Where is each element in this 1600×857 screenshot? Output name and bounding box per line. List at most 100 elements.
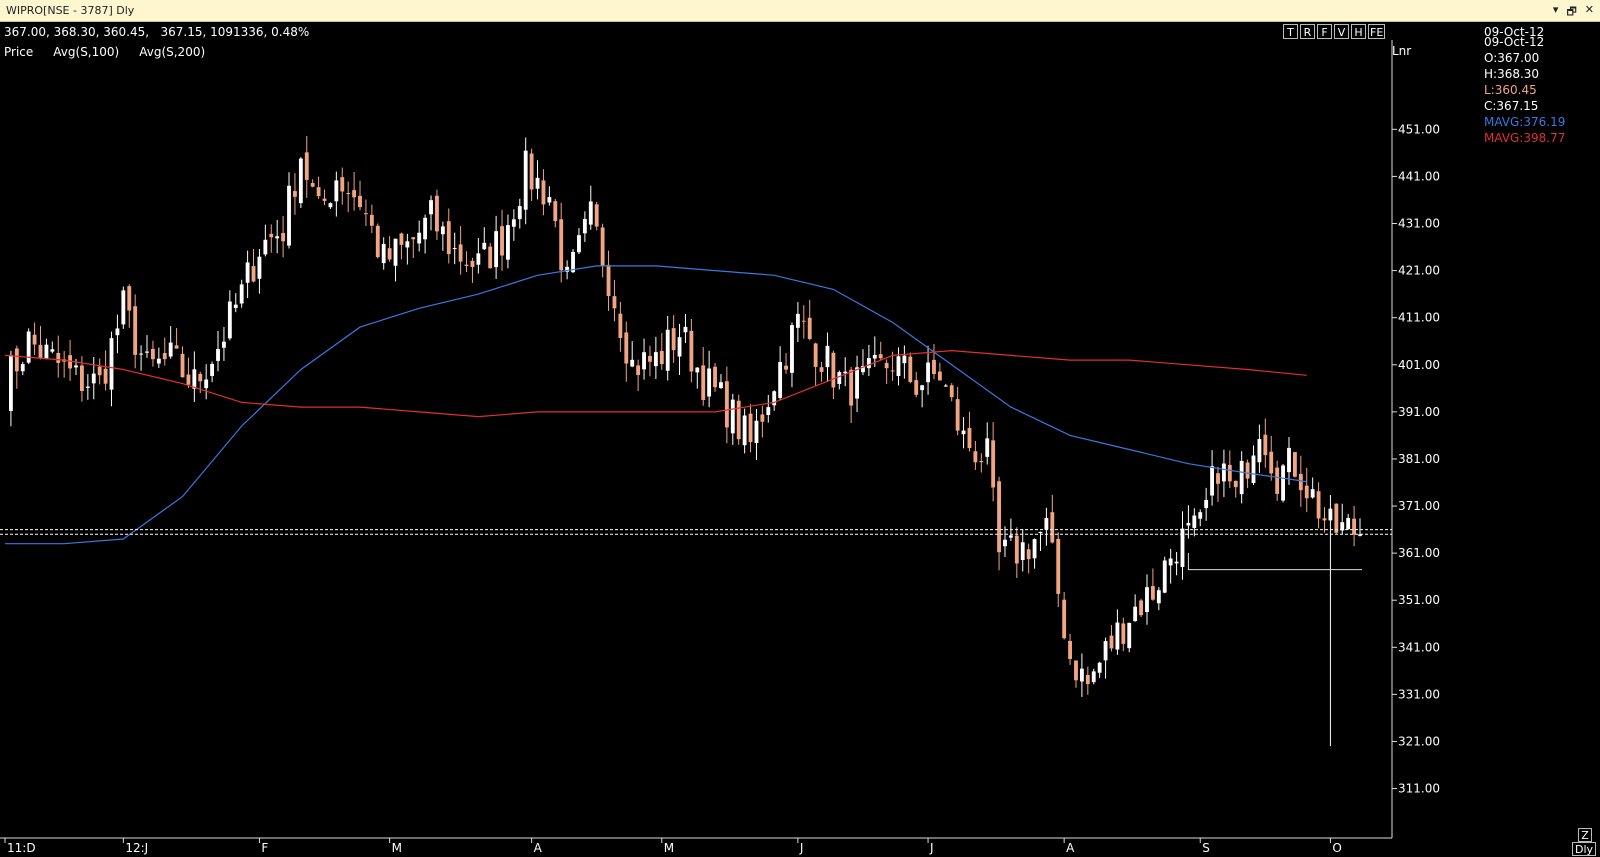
candle-body <box>1156 590 1161 604</box>
candle-body <box>245 262 250 283</box>
candle-body <box>1050 512 1055 543</box>
candle-body <box>872 354 877 359</box>
candle-body <box>819 367 824 372</box>
readout-date-2: 09-Oct-12 <box>1484 35 1545 49</box>
candle-body <box>115 328 120 336</box>
candle-body <box>724 381 729 428</box>
x-tick-label: 12:J <box>125 841 148 855</box>
candle-body <box>452 248 457 250</box>
candle-body <box>920 385 925 391</box>
candle-body <box>985 438 990 457</box>
candle-body <box>594 204 599 227</box>
y-tick-label: 381.00 <box>1398 452 1440 466</box>
candle-body <box>316 187 321 197</box>
price-chart[interactable]: 451.00 441.00 431.00 421.00 411.00 401.00 391.… <box>0 0 1600 857</box>
candle-body <box>1097 662 1102 673</box>
candle-body <box>825 345 830 368</box>
candle-body <box>1328 508 1333 521</box>
candle-body <box>375 225 380 258</box>
candle-body <box>340 177 345 192</box>
candle-body <box>1257 439 1262 463</box>
candle-body <box>328 203 333 208</box>
candle-body <box>1245 462 1250 479</box>
candle-body <box>866 358 871 369</box>
candle-body <box>204 379 209 389</box>
readout-low: L:360.45 <box>1484 83 1537 97</box>
candle-body <box>689 330 694 372</box>
tool-button-fe[interactable]: FE <box>1368 24 1386 39</box>
legend-avg-200: Avg(S,200) <box>139 45 206 59</box>
y-tick-label: 411.00 <box>1398 311 1440 325</box>
candle-body <box>411 237 416 240</box>
candle-body <box>1269 451 1274 474</box>
y-tick-label: 421.00 <box>1398 264 1440 278</box>
candle-body <box>511 219 516 227</box>
tool-button-v[interactable]: V <box>1334 24 1349 39</box>
candle-body <box>1198 512 1203 519</box>
y-tick-label: 441.00 <box>1398 169 1440 183</box>
candle-body <box>612 296 617 309</box>
candle-body <box>701 365 706 400</box>
x-tick-label: F <box>261 841 268 855</box>
candle-body <box>784 365 788 370</box>
tool-button-t[interactable]: T <box>1283 24 1298 39</box>
candle-body <box>535 177 540 189</box>
candle-body <box>192 369 197 389</box>
candle-body <box>1150 586 1155 600</box>
y-tick-label: 351.00 <box>1398 593 1440 607</box>
candle-body <box>417 232 422 244</box>
candle-body <box>322 198 327 201</box>
candle-body <box>961 430 966 435</box>
x-tick-label: O <box>1332 841 1341 855</box>
candle-body <box>1091 671 1096 683</box>
candle-body <box>381 243 386 264</box>
candle-body <box>1292 452 1297 477</box>
candle-body <box>358 195 362 208</box>
candle-body <box>801 320 806 322</box>
candle-body <box>1281 465 1286 501</box>
candle-body <box>1020 542 1025 560</box>
candle-body <box>1162 560 1167 593</box>
zoom-button[interactable]: Z <box>1578 828 1592 842</box>
candle-body <box>1275 467 1280 494</box>
candle-body <box>488 246 493 269</box>
candle-body <box>180 353 185 378</box>
x-tick-label: A <box>1066 841 1075 855</box>
candle-body <box>293 191 297 197</box>
candle-body <box>346 193 351 195</box>
tool-button-h[interactable]: H <box>1351 24 1366 39</box>
tool-button-r[interactable]: R <box>1300 24 1315 39</box>
candle-body <box>103 368 108 384</box>
legend-avg-100: Avg(S,100) <box>53 45 120 59</box>
candle-body <box>1139 600 1143 616</box>
tool-button-f[interactable]: F <box>1317 24 1332 39</box>
candle-body <box>778 362 783 398</box>
candle-body <box>1233 480 1238 488</box>
x-tick-label: S <box>1202 841 1210 855</box>
candle-body <box>38 344 43 358</box>
candle-body <box>547 197 552 203</box>
readout-close: C:367.15 <box>1484 99 1539 113</box>
candle-body <box>618 313 623 339</box>
candle-body <box>754 420 759 444</box>
candle-body <box>91 373 96 384</box>
candle-body <box>902 355 907 364</box>
candle-body <box>1227 464 1232 482</box>
candle-body <box>500 226 504 256</box>
candle-body <box>967 428 972 449</box>
tool-buttons: T R F V H FE <box>1283 24 1386 39</box>
candle-body <box>849 369 854 406</box>
candle-body <box>506 225 510 260</box>
candle-body <box>855 367 859 399</box>
candle-body <box>1133 606 1138 622</box>
period-button[interactable]: Dly <box>1572 842 1596 856</box>
candle-body <box>369 214 374 226</box>
readout-high: H:368.30 <box>1484 67 1540 81</box>
candle-body <box>1263 434 1268 456</box>
candle-body <box>494 231 499 268</box>
candle-body <box>1044 518 1049 530</box>
candle-body <box>1221 463 1226 482</box>
y-tick-label: 341.00 <box>1398 640 1440 654</box>
scale-type[interactable]: Lnr <box>1392 44 1411 58</box>
readout-mavg-200: MAVG:398.77 <box>1484 131 1566 145</box>
